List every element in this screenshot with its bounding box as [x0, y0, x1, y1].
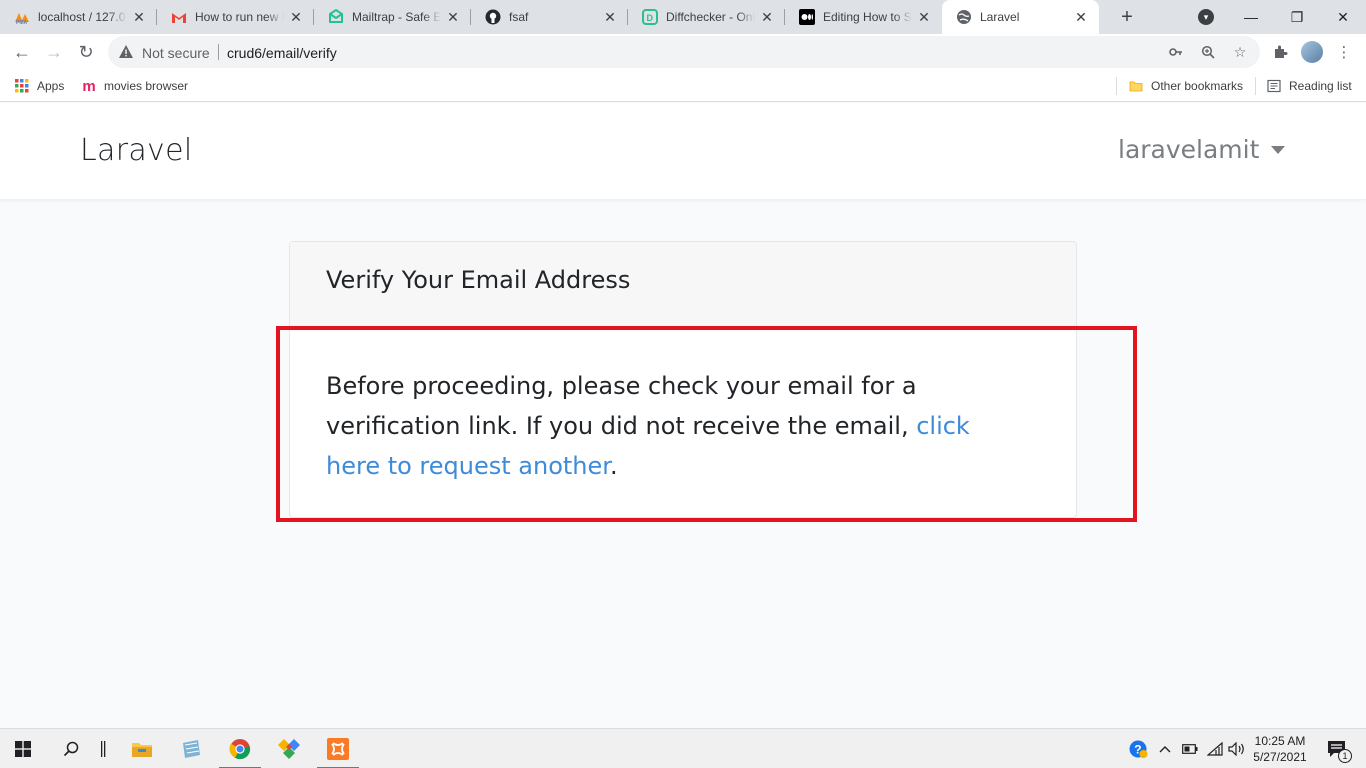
highlight-box: [276, 326, 1137, 522]
file-explorer-icon[interactable]: [119, 729, 165, 768]
tab-laravel[interactable]: Laravel ✕: [942, 0, 1099, 34]
reading-list-icon: [1266, 78, 1282, 94]
bookmarks-divider: [1116, 77, 1117, 95]
tab-title: Mailtrap - Safe Email: [352, 10, 441, 24]
svg-text:PMA: PMA: [16, 20, 28, 25]
taskbar: ? 10:25 AM 5/27/2021 1: [0, 728, 1366, 768]
reading-list[interactable]: Reading list: [1266, 77, 1352, 95]
windows-start-icon[interactable]: [0, 729, 46, 768]
user-dropdown[interactable]: laravelamit: [1118, 135, 1286, 164]
tab-medium[interactable]: Editing How to Send ✕: [785, 0, 942, 34]
tab-title: Laravel: [980, 10, 1020, 24]
card-header: Verify Your Email Address: [290, 242, 1076, 328]
notepad-icon[interactable]: [168, 729, 214, 768]
bookmark-other[interactable]: Other bookmarks: [1128, 77, 1243, 95]
close-icon[interactable]: ✕: [759, 9, 775, 25]
bookmarks-bar: Apps m movies browser Other bookmarks Re…: [0, 70, 1366, 102]
close-icon[interactable]: ✕: [445, 9, 461, 25]
clock-date: 5/27/2021: [1253, 750, 1307, 764]
close-icon[interactable]: ✕: [1073, 9, 1089, 25]
close-icon[interactable]: ✕: [288, 9, 304, 25]
zoom-icon[interactable]: [1198, 42, 1218, 62]
help-icon[interactable]: ?: [1128, 739, 1148, 759]
diamond-app-icon[interactable]: [266, 729, 312, 768]
tab-mailtrap[interactable]: Mailtrap - Safe Email ✕: [314, 0, 471, 34]
address-divider: [218, 44, 219, 60]
app-navbar: Laravel laravelamit: [0, 103, 1366, 199]
wifi-icon[interactable]: [1205, 739, 1225, 759]
caret-down-icon: [1271, 145, 1286, 154]
github-icon: [485, 9, 501, 25]
warning-icon[interactable]: [118, 44, 134, 60]
tab-title: How to run new Laravel: [195, 10, 284, 24]
tab-diffchecker[interactable]: D Diffchecker - Online ✕: [628, 0, 785, 34]
chevron-up-icon[interactable]: [1155, 739, 1175, 759]
battery-icon[interactable]: [1180, 739, 1200, 759]
bookmark-apps[interactable]: Apps: [14, 77, 64, 95]
clock-time: 10:25 AM: [1254, 734, 1306, 748]
tab-strip: PMA localhost / 127.0.0.1 ✕ How to run n…: [0, 0, 1366, 34]
tab-phpmyadmin[interactable]: PMA localhost / 127.0.0.1 ✕: [0, 0, 157, 34]
tab-title: Editing How to Send: [823, 10, 912, 24]
back-icon[interactable]: ←: [8, 38, 36, 66]
user-name: laravelamit: [1118, 135, 1260, 164]
key-icon[interactable]: [1166, 42, 1186, 62]
chrome-icon[interactable]: [217, 729, 263, 768]
tab-title: Diffchecker - Online: [666, 10, 755, 24]
minimize-icon[interactable]: —: [1228, 0, 1274, 34]
reload-icon[interactable]: ↻: [72, 38, 100, 66]
new-tab-button[interactable]: +: [1111, 0, 1143, 34]
globe-icon: [956, 9, 972, 25]
close-icon[interactable]: ✕: [131, 9, 147, 25]
folder-icon: [1128, 78, 1144, 94]
system-clock[interactable]: 10:25 AM 5/27/2021: [1248, 733, 1312, 765]
notifications-icon[interactable]: 1: [1324, 739, 1352, 763]
restore-icon[interactable]: ❐: [1274, 0, 1320, 34]
bookmark-label: movies browser: [104, 79, 189, 93]
bookmarks-divider: [1255, 77, 1256, 95]
volume-icon[interactable]: [1227, 739, 1247, 759]
mailtrap-icon: [328, 9, 344, 25]
xampp-icon[interactable]: [315, 729, 361, 768]
page-viewport: Laravel laravelamit Verify Your Email Ad…: [0, 103, 1366, 728]
address-bar[interactable]: Not secure crud6/email/verify ☆: [108, 36, 1260, 68]
close-icon[interactable]: ✕: [602, 9, 618, 25]
forward-icon[interactable]: →: [40, 38, 68, 66]
notification-count: 1: [1338, 749, 1352, 763]
movies-m-icon: m: [82, 77, 96, 95]
url-text[interactable]: crud6/email/verify: [227, 45, 337, 61]
tab-title: localhost / 127.0.0.1: [38, 10, 127, 24]
phpmyadmin-icon: PMA: [14, 9, 30, 25]
bookmark-label: Other bookmarks: [1151, 79, 1244, 93]
more-menu-icon[interactable]: ⋮: [1334, 42, 1354, 62]
tab-gmail[interactable]: How to run new Laravel ✕: [157, 0, 314, 34]
tab-github[interactable]: fsaf ✕: [471, 0, 628, 34]
extensions-icon[interactable]: [1270, 42, 1290, 62]
diffchecker-icon: D: [642, 9, 658, 25]
svg-text:D: D: [647, 13, 654, 23]
close-icon[interactable]: ✕: [916, 9, 932, 25]
security-label[interactable]: Not secure: [142, 45, 210, 61]
medium-icon: [799, 9, 815, 25]
apps-grid-icon: [14, 78, 30, 94]
close-window-icon[interactable]: ✕: [1320, 0, 1366, 34]
bookmark-star-icon[interactable]: ☆: [1230, 42, 1250, 62]
gmail-icon: [171, 9, 187, 25]
bookmark-label: Reading list: [1289, 79, 1352, 93]
bookmark-label: Apps: [37, 79, 65, 93]
brand-link[interactable]: Laravel: [80, 133, 192, 168]
tab-search-icon[interactable]: ▾: [1198, 9, 1214, 25]
avatar[interactable]: [1301, 41, 1323, 63]
bookmark-movies[interactable]: m movies browser: [81, 77, 188, 95]
browser-toolbar: ← → ↻ Not secure crud6/email/verify ☆ ⋮: [0, 34, 1366, 70]
tab-title: fsaf: [509, 10, 529, 24]
